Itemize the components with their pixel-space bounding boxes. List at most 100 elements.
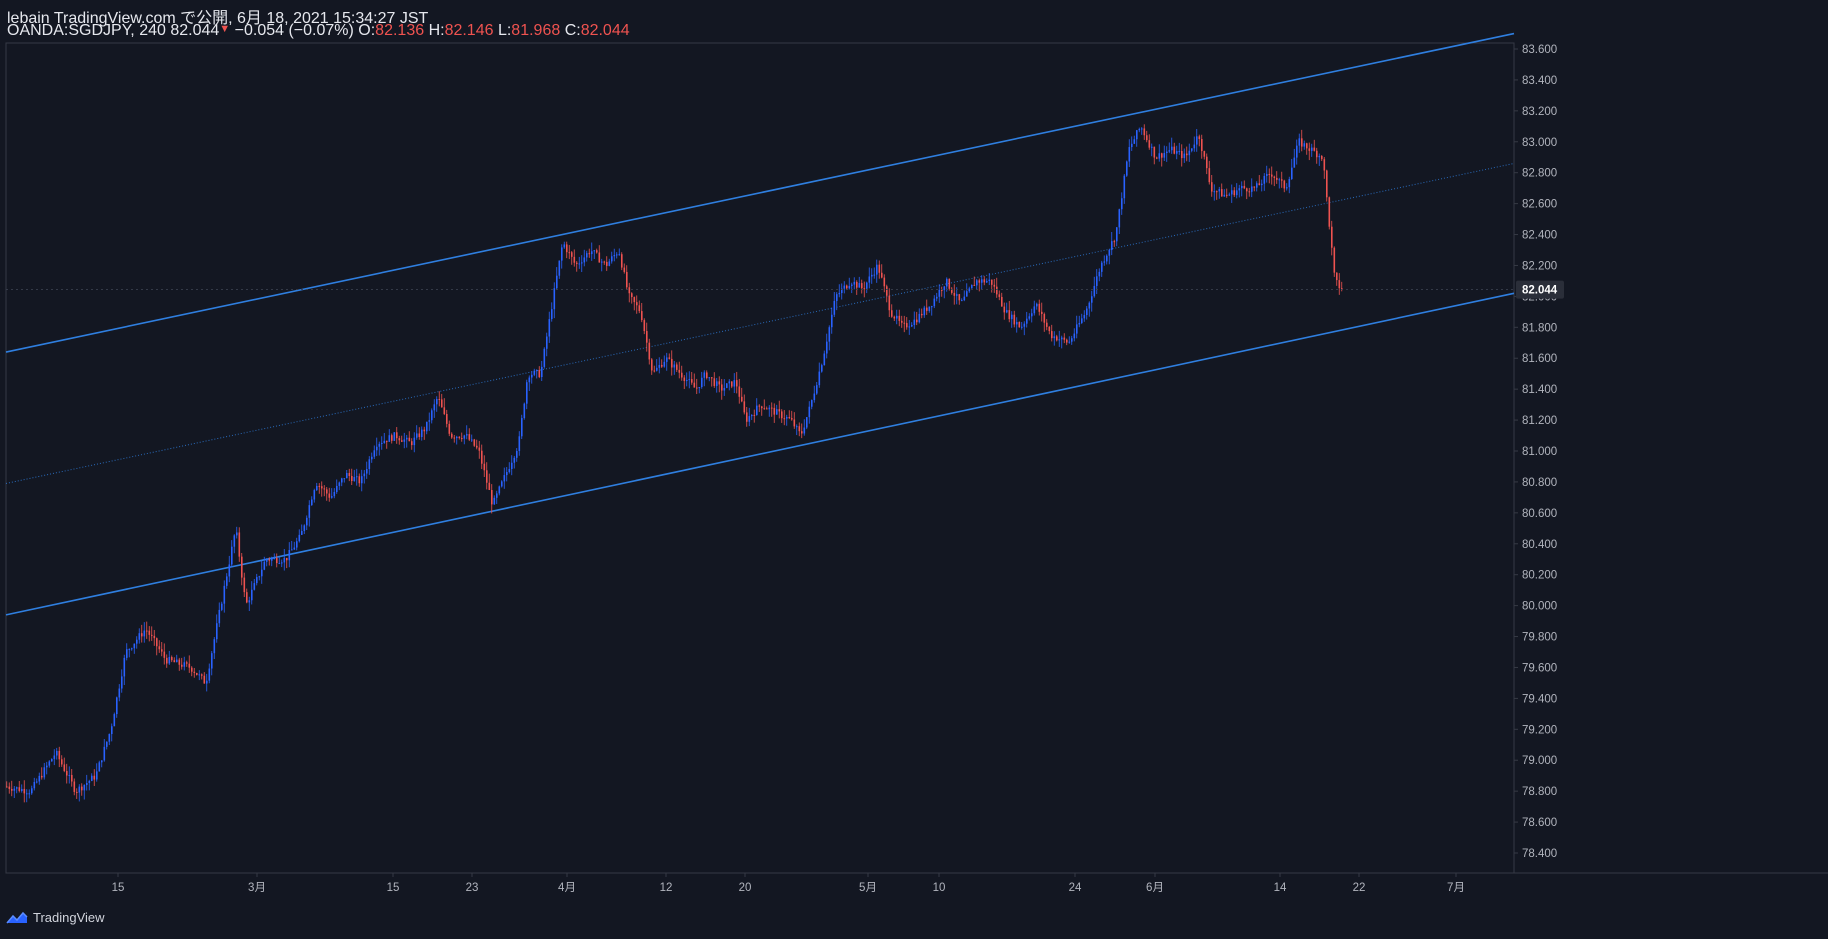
candle[interactable] [1256, 181, 1258, 192]
candle[interactable] [1026, 311, 1028, 328]
candle[interactable] [706, 370, 708, 380]
candle[interactable] [681, 365, 683, 381]
candle[interactable] [691, 371, 693, 385]
candle[interactable] [971, 284, 973, 289]
candle[interactable] [841, 283, 843, 300]
candle[interactable] [1136, 129, 1138, 147]
candle[interactable] [431, 408, 433, 424]
candle[interactable] [1101, 260, 1103, 277]
candle[interactable] [978, 278, 981, 292]
candle[interactable] [1188, 143, 1191, 162]
candle[interactable] [403, 432, 406, 449]
candle[interactable] [1143, 124, 1146, 140]
candle[interactable] [253, 578, 256, 591]
candle[interactable] [1183, 148, 1186, 163]
candle[interactable] [1241, 181, 1243, 197]
candle[interactable] [803, 419, 806, 436]
candle[interactable] [581, 255, 583, 273]
candle[interactable] [728, 379, 731, 391]
candle[interactable] [198, 670, 201, 681]
candle[interactable] [63, 757, 66, 773]
candle[interactable] [503, 467, 506, 489]
candle[interactable] [696, 378, 698, 395]
candle[interactable] [1158, 144, 1161, 162]
candle[interactable] [156, 637, 158, 656]
candle[interactable] [823, 350, 826, 366]
candle[interactable] [338, 481, 341, 491]
candle[interactable] [366, 461, 368, 479]
candle[interactable] [408, 431, 411, 442]
candle[interactable] [368, 456, 371, 475]
candle[interactable] [248, 596, 251, 612]
candle[interactable] [358, 473, 361, 487]
candle[interactable] [1326, 169, 1328, 202]
candle[interactable] [726, 383, 728, 389]
candle[interactable] [118, 684, 121, 702]
candle[interactable] [723, 379, 726, 396]
candle[interactable] [741, 387, 743, 403]
channel-median-line[interactable] [5, 162, 1515, 484]
candle[interactable] [126, 643, 128, 661]
candle[interactable] [878, 260, 881, 279]
candle[interactable] [781, 409, 783, 423]
candle[interactable] [231, 540, 233, 568]
candle[interactable] [896, 309, 898, 325]
candle[interactable] [1231, 184, 1233, 203]
candle[interactable] [916, 311, 918, 326]
candle[interactable] [886, 284, 888, 303]
candle[interactable] [1131, 136, 1133, 151]
candle[interactable] [1181, 144, 1183, 167]
candle[interactable] [436, 396, 438, 412]
candle[interactable] [1088, 301, 1091, 317]
candle[interactable] [1238, 184, 1241, 198]
candle[interactable] [223, 580, 226, 613]
candle[interactable] [33, 777, 36, 791]
candle[interactable] [873, 267, 876, 279]
candle[interactable] [81, 783, 83, 796]
candle[interactable] [1313, 139, 1316, 152]
candle[interactable] [858, 276, 861, 288]
candle[interactable] [1193, 136, 1196, 152]
candle[interactable] [721, 378, 723, 400]
candle[interactable] [143, 622, 146, 643]
candle[interactable] [466, 425, 468, 440]
candle[interactable] [881, 264, 883, 279]
candle[interactable] [393, 432, 396, 442]
candle[interactable] [983, 276, 986, 286]
candle[interactable] [1221, 183, 1223, 197]
candle[interactable] [901, 315, 903, 328]
candle[interactable] [1063, 333, 1066, 344]
candle[interactable] [41, 767, 43, 780]
candle[interactable] [933, 295, 936, 309]
candle[interactable] [1081, 313, 1083, 325]
candle[interactable] [1331, 220, 1333, 256]
candle[interactable] [831, 307, 833, 334]
candle[interactable] [1321, 155, 1323, 162]
candle[interactable] [173, 657, 176, 663]
candle[interactable] [263, 556, 266, 571]
candle[interactable] [66, 763, 68, 784]
candle[interactable] [593, 249, 596, 259]
candle[interactable] [501, 480, 503, 488]
candle[interactable] [386, 440, 388, 449]
candle[interactable] [36, 778, 38, 784]
candle[interactable] [1071, 335, 1073, 345]
candle[interactable] [376, 437, 378, 457]
candle[interactable] [898, 309, 901, 327]
candle[interactable] [108, 733, 111, 746]
candle[interactable] [398, 435, 401, 445]
candle[interactable] [383, 432, 386, 444]
candle[interactable] [678, 361, 681, 379]
candle[interactable] [8, 782, 11, 794]
candle[interactable] [1021, 321, 1023, 330]
candle[interactable] [208, 663, 211, 684]
candle[interactable] [258, 575, 261, 581]
candle[interactable] [1236, 183, 1238, 199]
candle[interactable] [363, 470, 366, 484]
candle[interactable] [1248, 187, 1251, 197]
candle[interactable] [1251, 178, 1253, 198]
candle[interactable] [43, 762, 46, 780]
candle[interactable] [46, 761, 48, 775]
candle[interactable] [183, 656, 186, 671]
candle[interactable] [1266, 165, 1268, 183]
